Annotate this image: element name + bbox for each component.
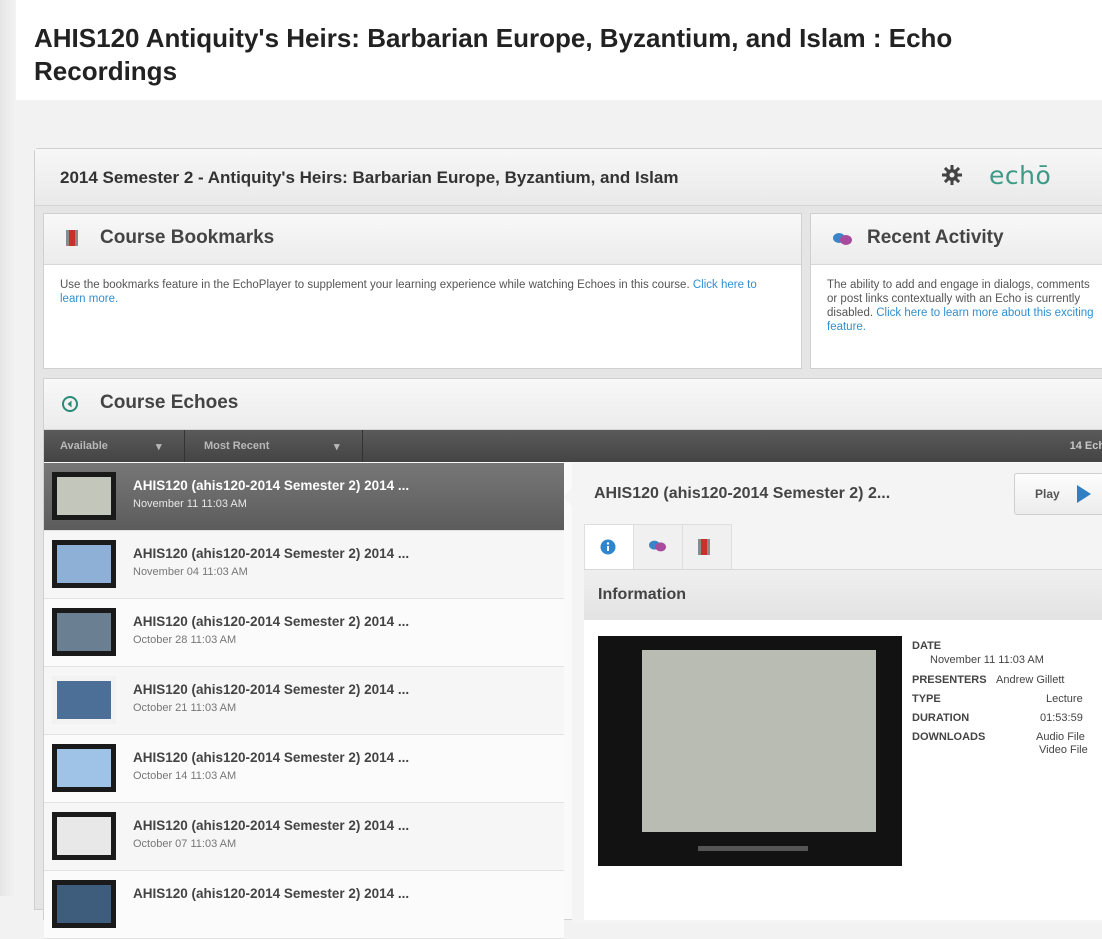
- recent-activity-body: The ability to add and engage in dialogs…: [811, 265, 1102, 347]
- echo-thumbnail: [52, 540, 116, 588]
- filter-bar: Available ▾ Most Recent ▾ 14 Echoes: [44, 430, 1102, 462]
- tab-discussions[interactable]: [633, 524, 683, 569]
- left-shadow: [0, 0, 16, 896]
- echo-list-item[interactable]: AHIS120 (ahis120-2014 Semester 2) 2014 .…: [44, 735, 564, 803]
- recent-activity-panel: Recent Activity The ability to add and e…: [810, 213, 1102, 369]
- bookmarks-panel: Course Bookmarks Use the bookmarks featu…: [43, 213, 802, 369]
- echo-list: AHIS120 (ahis120-2014 Semester 2) 2014 .…: [44, 463, 564, 939]
- echo-detail: AHIS120 (ahis120-2014 Semester 2) 2... P…: [572, 463, 1102, 923]
- type-value: Lecture: [1046, 693, 1083, 705]
- echo-thumbnail: [52, 744, 116, 792]
- date-value: November 11 11:03 AM: [930, 654, 1044, 666]
- echo-title: AHIS120 (ahis120-2014 Semester 2) 2014 .…: [133, 614, 410, 629]
- collapse-circle-icon[interactable]: [62, 396, 78, 412]
- echo-date: October 28 11:03 AM: [133, 634, 237, 646]
- echo-thumbnail: [52, 880, 116, 928]
- course-echoes-header: Course Echoes: [44, 379, 1102, 430]
- echo-date: November 04 11:03 AM: [133, 566, 248, 578]
- detail-title: AHIS120 (ahis120-2014 Semester 2) 2...: [594, 485, 891, 502]
- filter-available-dropdown[interactable]: Available: [60, 440, 108, 452]
- echo-list-item[interactable]: AHIS120 (ahis120-2014 Semester 2) 2014 .…: [44, 531, 564, 599]
- filter-separator: [362, 430, 363, 462]
- bookmark-icon: [66, 230, 78, 246]
- echo-title: AHIS120 (ahis120-2014 Semester 2) 2014 .…: [133, 682, 410, 697]
- echo-title: AHIS120 (ahis120-2014 Semester 2) 2014 .…: [133, 546, 410, 561]
- echo-title: AHIS120 (ahis120-2014 Semester 2) 2014 .…: [133, 478, 410, 493]
- echo-list-item[interactable]: AHIS120 (ahis120-2014 Semester 2) 2014 .…: [44, 803, 564, 871]
- chat-bubbles-icon: [649, 540, 667, 552]
- echo-title: AHIS120 (ahis120-2014 Semester 2) 2014 .…: [133, 818, 410, 833]
- echo-thumbnail: [52, 608, 116, 656]
- presenters-label: PRESENTERS: [912, 674, 987, 686]
- echo-list-item[interactable]: AHIS120 (ahis120-2014 Semester 2) 2014 .…: [44, 667, 564, 735]
- page-title: AHIS120 Antiquity's Heirs: Barbarian Eur…: [34, 23, 953, 86]
- presenters-value: Andrew Gillett: [996, 674, 1065, 686]
- course-echoes-title: Course Echoes: [100, 392, 239, 413]
- echo-thumbnail: [52, 812, 116, 860]
- audio-file-link[interactable]: Audio File: [1036, 731, 1085, 743]
- echo-thumbnail: [52, 676, 116, 724]
- info-icon: [600, 539, 616, 555]
- tab-bookmarks[interactable]: [682, 524, 732, 569]
- course-echoes-panel: Course Echoes Available ▾ Most Recent ▾ …: [43, 378, 1102, 939]
- date-label: DATE: [912, 640, 942, 652]
- bookmarks-title: Course Bookmarks: [100, 227, 275, 248]
- information-header: Information: [584, 569, 1102, 621]
- course-name: 2014 Semester 2 - Antiquity's Heirs: Bar…: [60, 168, 679, 187]
- video-slide: [642, 650, 876, 832]
- gear-icon[interactable]: [941, 164, 963, 186]
- video-progress-bar[interactable]: [698, 846, 808, 851]
- echo-center-panel: 2014 Semester 2 - Antiquity's Heirs: Bar…: [34, 148, 1102, 939]
- chevron-down-icon[interactable]: ▾: [334, 440, 340, 453]
- filter-sort-dropdown[interactable]: Most Recent: [204, 440, 269, 452]
- bookmarks-body: Use the bookmarks feature in the EchoPla…: [44, 265, 801, 319]
- echo-list-item[interactable]: AHIS120 (ahis120-2014 Semester 2) 2014 .…: [44, 871, 564, 939]
- echo-title: AHIS120 (ahis120-2014 Semester 2) 2014 .…: [133, 750, 410, 765]
- type-label: TYPE: [912, 693, 941, 705]
- information-title: Information: [598, 586, 686, 603]
- recent-activity-title: Recent Activity: [867, 227, 1004, 248]
- echo-list-item[interactable]: AHIS120 (ahis120-2014 Semester 2) 2014 .…: [44, 599, 564, 667]
- bookmark-icon: [698, 539, 710, 555]
- play-icon: [1077, 485, 1091, 503]
- echo-title: AHIS120 (ahis120-2014 Semester 2) 2014 .…: [133, 886, 410, 901]
- echo-count: 14 Echoes: [1069, 440, 1102, 452]
- echo-logo: echō: [989, 161, 1052, 190]
- video-file-link[interactable]: Video File: [1039, 744, 1088, 756]
- course-header: 2014 Semester 2 - Antiquity's Heirs: Bar…: [35, 149, 1102, 206]
- duration-value: 01:53:59: [1040, 712, 1083, 724]
- echo-date: October 07 11:03 AM: [133, 838, 237, 850]
- echo-date: November 11 11:03 AM: [133, 498, 247, 510]
- filter-separator: [184, 430, 185, 462]
- echo-date: October 14 11:03 AM: [133, 770, 237, 782]
- bookmarks-text: Use the bookmarks feature in the EchoPla…: [60, 279, 690, 291]
- bookmarks-header: Course Bookmarks: [44, 214, 801, 265]
- chevron-down-icon[interactable]: ▾: [156, 440, 162, 453]
- echo-thumbnail: [52, 472, 116, 520]
- tab-information[interactable]: [584, 524, 634, 569]
- video-preview[interactable]: [598, 636, 902, 866]
- echo-date: October 21 11:03 AM: [133, 702, 237, 714]
- information-body: DATE November 11 11:03 AM PRESENTERS And…: [584, 620, 1102, 920]
- recent-activity-header: Recent Activity: [811, 214, 1102, 265]
- play-button[interactable]: Play: [1014, 473, 1102, 515]
- detail-tabs: [584, 524, 1102, 569]
- downloads-label: DOWNLOADS: [912, 731, 986, 743]
- play-label: Play: [1035, 487, 1060, 501]
- duration-label: DURATION: [912, 712, 970, 724]
- chat-bubbles-icon: [833, 233, 852, 245]
- echo-list-item[interactable]: AHIS120 (ahis120-2014 Semester 2) 2014 .…: [44, 463, 564, 531]
